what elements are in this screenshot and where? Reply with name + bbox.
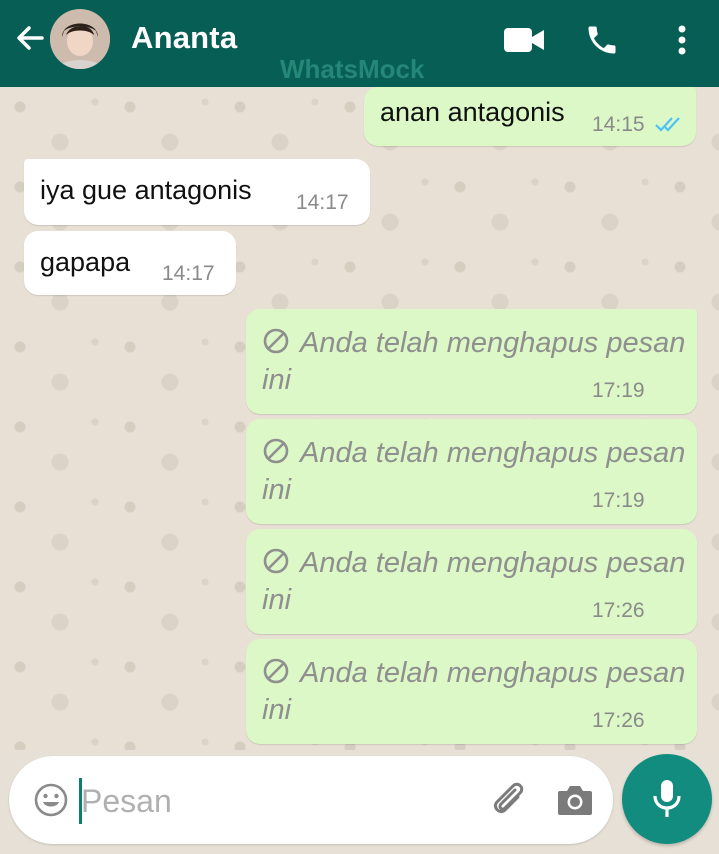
message-text: iya gue antagonis [40,175,252,205]
message-bubble-incoming[interactable]: gapapa 14:17 [24,231,236,295]
attachment-icon[interactable] [487,778,531,822]
deleted-message-text-cont: ini [262,364,292,396]
deleted-message-text: Anda telah menghapus pesan [300,437,686,469]
deleted-message-icon [263,658,289,684]
deleted-message-icon [263,548,289,574]
back-arrow-icon[interactable] [12,20,48,56]
watermark-text: WhatsMock [280,54,425,84]
message-time: 17:26 [592,599,645,622]
message-text: gapapa [40,247,131,277]
contact-avatar[interactable] [50,9,110,69]
voice-call-icon[interactable] [580,18,624,62]
message-time: 14:15 [592,113,645,136]
deleted-message-text: Anda telah menghapus pesan [300,657,686,689]
deleted-message-text-cont: ini [262,584,292,616]
message-text: anan antagonis [380,97,565,127]
message-time: 17:26 [592,709,645,732]
chat-header: Ananta WhatsMock [0,0,719,87]
message-composer [9,756,613,844]
deleted-message-bubble[interactable]: Anda telah menghapus pesan ini 17:26 [246,529,697,634]
video-call-icon[interactable] [502,18,546,62]
more-options-icon[interactable] [660,18,704,62]
deleted-message-bubble[interactable]: Anda telah menghapus pesan ini 17:19 [246,309,697,414]
deleted-message-bubble[interactable]: Anda telah menghapus pesan ini 17:26 [246,639,697,744]
read-ticks-icon [655,117,680,132]
emoji-icon[interactable] [29,778,73,822]
contact-name[interactable]: Ananta [131,20,237,56]
chat-area[interactable]: anan antagonis 14:15 iya gue antagonis 1… [0,87,719,750]
deleted-message-text: Anda telah menghapus pesan [300,327,686,359]
message-bubble-outgoing[interactable]: anan antagonis 14:15 [364,87,696,146]
message-time: 17:19 [592,379,645,402]
message-time: 17:19 [592,489,645,512]
deleted-message-bubble[interactable]: Anda telah menghapus pesan ini 17:19 [246,419,697,524]
deleted-message-text: Anda telah menghapus pesan [300,547,686,579]
deleted-message-icon [263,438,289,464]
microphone-icon[interactable] [622,754,712,844]
message-time: 14:17 [162,262,215,285]
message-bubble-incoming[interactable]: iya gue antagonis 14:17 [24,159,370,225]
message-input[interactable] [81,778,471,824]
message-time: 14:17 [296,191,349,214]
deleted-message-text-cont: ini [262,474,292,506]
deleted-message-icon [263,328,289,354]
deleted-message-text-cont: ini [262,694,292,726]
camera-icon[interactable] [553,778,597,822]
